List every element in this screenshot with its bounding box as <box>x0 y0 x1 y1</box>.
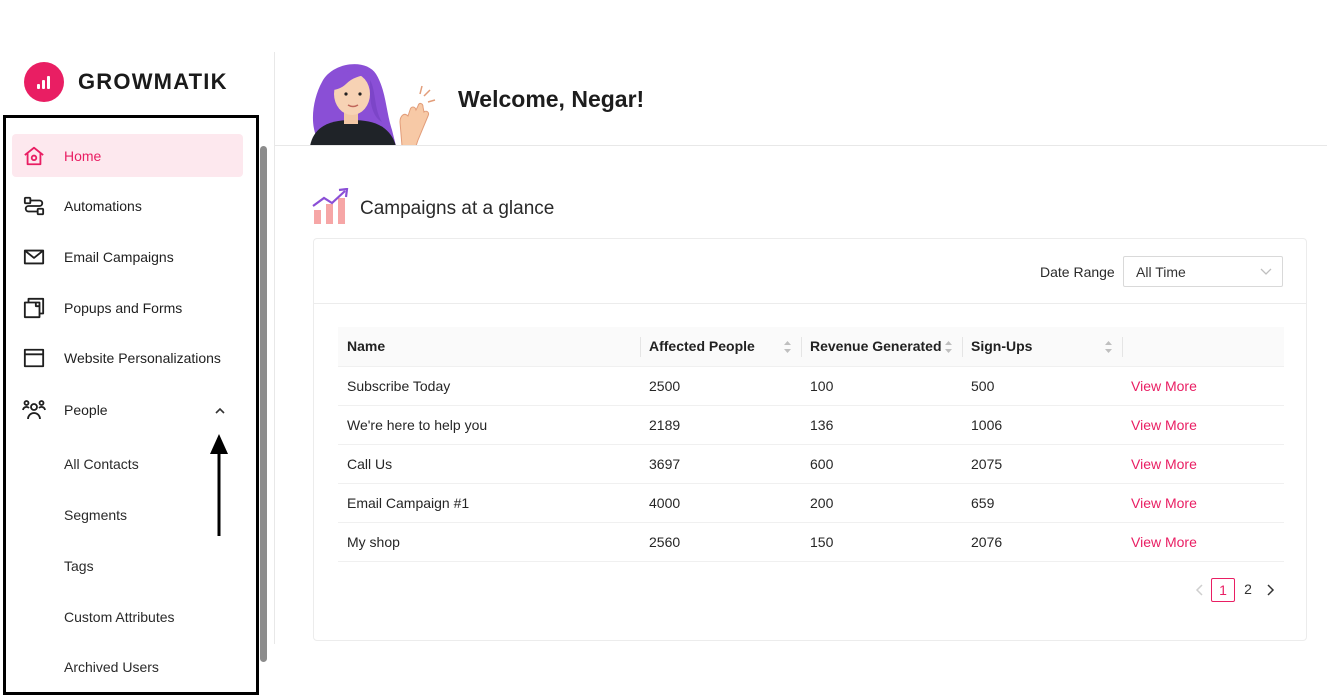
cell-affected-people: 3697 <box>649 456 681 472</box>
cell-revenue: 200 <box>810 495 834 511</box>
sidebar-subitem-custom-attributes[interactable]: Custom Attributes <box>12 595 243 638</box>
column-divider <box>1122 337 1123 357</box>
people-icon <box>22 398 46 422</box>
column-divider <box>801 337 802 357</box>
sidebar-item-label: Website Personalizations <box>64 349 221 366</box>
column-header-affected-people[interactable]: Affected People <box>649 327 755 366</box>
sort-icon[interactable] <box>1104 340 1113 354</box>
cell-sign-ups: 2076 <box>971 534 1003 550</box>
sidebar-subitem-label: Segments <box>64 506 128 523</box>
date-range-select[interactable]: All Time <box>1123 256 1283 287</box>
table-row: Subscribe Today 2500 100 500 View More <box>338 367 1284 406</box>
view-more-link[interactable]: View More <box>1131 484 1197 522</box>
sidebar-item-label: Home <box>64 147 102 164</box>
cell-affected-people: 2189 <box>649 417 681 433</box>
sidebar-item-popups-and-forms[interactable]: Popups and Forms <box>12 286 243 329</box>
column-header-revenue-generated[interactable]: Revenue Generated <box>810 327 942 366</box>
campaigns-card: Date Range All Time Name Affected People… <box>313 238 1307 641</box>
sidebar-subitem-label: Custom Attributes <box>64 608 175 625</box>
cell-name: My shop <box>347 534 400 550</box>
cell-revenue: 136 <box>810 417 834 433</box>
pagination-prev-icon[interactable] <box>1194 582 1206 598</box>
table-header: Name Affected People Revenue Generated S… <box>338 327 1284 367</box>
sidebar-item-home[interactable]: Home <box>12 134 243 177</box>
sidebar-item-email-campaigns[interactable]: Email Campaigns <box>12 235 243 278</box>
browser-window-icon <box>22 346 46 370</box>
column-divider <box>640 337 641 357</box>
sort-icon[interactable] <box>944 340 953 354</box>
cell-sign-ups: 1006 <box>971 417 1003 433</box>
sidebar-item-label: Email Campaigns <box>64 248 174 265</box>
sidebar-subitem-label: All Contacts <box>64 455 139 472</box>
brand[interactable]: GROWMATIK <box>24 62 228 102</box>
sidebar-subitem-label: Tags <box>64 557 94 574</box>
sidebar-scrollbar[interactable] <box>260 146 267 662</box>
column-header-sign-ups[interactable]: Sign-Ups <box>971 327 1032 366</box>
popup-icon <box>22 296 46 320</box>
view-more-link[interactable]: View More <box>1131 367 1197 405</box>
sort-icon[interactable] <box>783 340 792 354</box>
header-divider <box>275 145 1327 146</box>
welcome-avatar-illustration <box>310 64 436 146</box>
sidebar-divider <box>274 52 275 644</box>
cell-affected-people: 2500 <box>649 378 681 394</box>
cell-revenue: 150 <box>810 534 834 550</box>
sidebar-item-website-personalizations[interactable]: Website Personalizations <box>12 336 243 379</box>
brand-name: GROWMATIK <box>78 69 228 94</box>
table-row: Call Us 3697 600 2075 View More <box>338 445 1284 484</box>
pagination-next-icon[interactable] <box>1264 582 1276 598</box>
view-more-link[interactable]: View More <box>1131 406 1197 444</box>
annotation-arrow-icon <box>210 434 228 536</box>
cell-affected-people: 4000 <box>649 495 681 511</box>
chevron-up-icon[interactable] <box>214 404 226 416</box>
table-row: Email Campaign #1 4000 200 659 View More <box>338 484 1284 523</box>
sidebar-subitem-tags[interactable]: Tags <box>12 544 243 587</box>
sidebar-item-automations[interactable]: Automations <box>12 184 243 227</box>
table-row: My shop 2560 150 2076 View More <box>338 523 1284 562</box>
cell-name: Email Campaign #1 <box>347 495 470 511</box>
welcome-heading: Welcome, Negar! <box>458 86 645 112</box>
sidebar-item-label: Automations <box>64 197 142 214</box>
card-divider <box>314 303 1306 304</box>
view-more-link[interactable]: View More <box>1131 523 1197 561</box>
sidebar-item-label: People <box>64 401 108 418</box>
cell-sign-ups: 659 <box>971 495 995 511</box>
pagination-page-1[interactable]: 1 <box>1211 578 1235 602</box>
cell-name: We're here to help you <box>347 417 488 433</box>
date-range-value: All Time <box>1136 264 1186 280</box>
date-range-label: Date Range <box>1040 264 1115 280</box>
chevron-down-icon <box>1260 268 1272 275</box>
sidebar-subitem-label: Archived Users <box>64 658 159 675</box>
sidebar-item-people[interactable]: People <box>12 388 243 431</box>
view-more-link[interactable]: View More <box>1131 445 1197 483</box>
cell-revenue: 100 <box>810 378 834 394</box>
growmatik-logo-icon <box>24 62 64 102</box>
sidebar-item-label: Popups and Forms <box>64 299 183 316</box>
mail-icon <box>22 245 46 269</box>
pagination-page-2[interactable]: 2 <box>1236 578 1260 602</box>
cell-name: Subscribe Today <box>347 378 451 394</box>
column-divider <box>962 337 963 357</box>
cell-sign-ups: 500 <box>971 378 995 394</box>
table-row: We're here to help you 2189 136 1006 Vie… <box>338 406 1284 445</box>
trending-chart-icon <box>312 188 349 224</box>
home-icon <box>22 144 46 168</box>
column-header-name: Name <box>347 338 386 354</box>
cell-name: Call Us <box>347 456 393 472</box>
cell-sign-ups: 2075 <box>971 456 1003 472</box>
cell-affected-people: 2560 <box>649 534 681 550</box>
cell-revenue: 600 <box>810 456 834 472</box>
automation-icon <box>22 194 46 218</box>
section-title: Campaigns at a glance <box>360 198 555 219</box>
sidebar-subitem-archived-users[interactable]: Archived Users <box>12 645 243 688</box>
